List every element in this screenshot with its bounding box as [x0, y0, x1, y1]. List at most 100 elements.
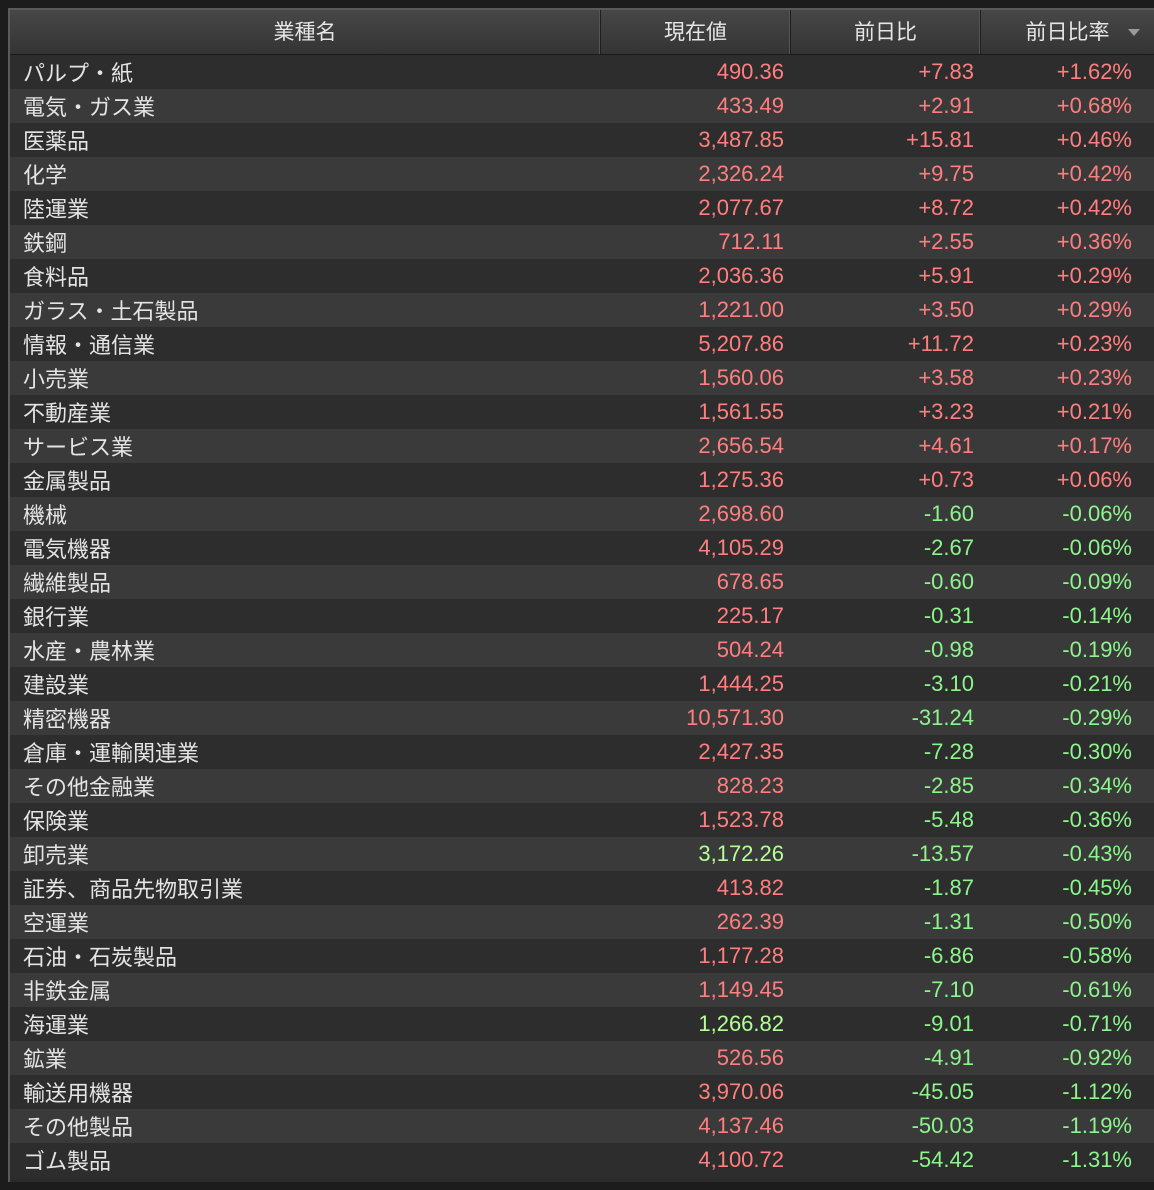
price-cell: 828.23 — [716, 773, 784, 798]
sector-table: 業種名 現在値 前日比 前日比率 パルプ・紙 490.36 +7.83 +1.62% 電… — [8, 8, 1154, 1182]
table-row[interactable]: 非鉄金属 1,149.45 -7.10 -0.61% — [10, 973, 1154, 1007]
table-row[interactable]: 証券、商品先物取引業 413.82 -1.87 -0.45% — [10, 871, 1154, 905]
table-row[interactable]: 保険業 1,523.78 -5.48 -0.36% — [10, 803, 1154, 837]
price-cell: 2,427.35 — [698, 739, 784, 764]
column-header-sector-name[interactable]: 業種名 — [10, 10, 601, 54]
change-cell: -54.42 — [911, 1147, 974, 1172]
change-pct-cell: -0.71% — [1062, 1011, 1132, 1036]
table-row[interactable]: 倉庫・運輸関連業 2,427.35 -7.28 -0.30% — [10, 735, 1154, 769]
price-cell: 1,523.78 — [698, 807, 784, 832]
table-row[interactable]: 輸送用機器 3,970.06 -45.05 -1.12% — [10, 1075, 1154, 1109]
price-cell: 3,172.26 — [698, 841, 784, 866]
table-row[interactable]: 銀行業 225.17 -0.31 -0.14% — [10, 599, 1154, 633]
change-pct-cell: +0.42% — [1056, 161, 1132, 186]
table-row[interactable]: 建設業 1,444.25 -3.10 -0.21% — [10, 667, 1154, 701]
change-cell: -4.91 — [923, 1045, 974, 1070]
table-row[interactable]: 小売業 1,560.06 +3.58 +0.23% — [10, 361, 1154, 395]
change-pct-cell: +0.68% — [1056, 93, 1132, 118]
price-cell: 3,970.06 — [698, 1079, 784, 1104]
sector-name-cell: 銀行業 — [23, 606, 90, 631]
table-row[interactable]: 鉱業 526.56 -4.91 -0.92% — [10, 1041, 1154, 1075]
sort-descending-icon — [1128, 29, 1140, 36]
sector-name-cell: 鉱業 — [23, 1048, 68, 1073]
table-row[interactable]: パルプ・紙 490.36 +7.83 +1.62% — [10, 55, 1154, 89]
column-header-change[interactable]: 前日比 — [791, 10, 981, 54]
change-pct-cell: -0.34% — [1062, 773, 1132, 798]
sector-name-cell: 空運業 — [23, 912, 90, 937]
sector-name-cell: 保険業 — [23, 810, 90, 835]
price-cell: 5,207.86 — [698, 331, 784, 356]
change-cell: -1.31 — [923, 909, 974, 934]
table-row[interactable]: 精密機器 10,571.30 -31.24 -0.29% — [10, 701, 1154, 735]
table-row[interactable]: 卸売業 3,172.26 -13.57 -0.43% — [10, 837, 1154, 871]
table-row[interactable]: 食料品 2,036.36 +5.91 +0.29% — [10, 259, 1154, 293]
table-row[interactable]: 石油・石炭製品 1,177.28 -6.86 -0.58% — [10, 939, 1154, 973]
table-row[interactable]: 海運業 1,266.82 -9.01 -0.71% — [10, 1007, 1154, 1041]
table-row[interactable]: 化学 2,326.24 +9.75 +0.42% — [10, 157, 1154, 191]
price-cell: 3,487.85 — [698, 127, 784, 152]
table-row[interactable]: 繊維製品 678.65 -0.60 -0.09% — [10, 565, 1154, 599]
table-row[interactable]: サービス業 2,656.54 +4.61 +0.17% — [10, 429, 1154, 463]
change-cell: -5.48 — [923, 807, 974, 832]
table-row[interactable]: 機械 2,698.60 -1.60 -0.06% — [10, 497, 1154, 531]
change-cell: +9.75 — [918, 161, 974, 186]
table-row[interactable]: その他金融業 828.23 -2.85 -0.34% — [10, 769, 1154, 803]
change-cell: -2.85 — [923, 773, 974, 798]
price-cell: 1,561.55 — [698, 399, 784, 424]
sector-name-cell: ゴム製品 — [23, 1150, 112, 1175]
column-header-change-pct[interactable]: 前日比率 — [981, 10, 1154, 54]
price-cell: 2,656.54 — [698, 433, 784, 458]
table-row[interactable]: 医薬品 3,487.85 +15.81 +0.46% — [10, 123, 1154, 157]
change-pct-cell: +0.36% — [1056, 229, 1132, 254]
change-pct-cell: +0.46% — [1056, 127, 1132, 152]
sector-name-cell: 石油・石炭製品 — [23, 946, 178, 971]
table-row[interactable]: 鉄鋼 712.11 +2.55 +0.36% — [10, 225, 1154, 259]
table-row[interactable]: ガラス・土石製品 1,221.00 +3.50 +0.29% — [10, 293, 1154, 327]
price-cell: 433.49 — [716, 93, 784, 118]
change-pct-cell: -1.12% — [1062, 1079, 1132, 1104]
table-row[interactable]: 不動産業 1,561.55 +3.23 +0.21% — [10, 395, 1154, 429]
change-cell: +3.50 — [918, 297, 974, 322]
table-row[interactable]: その他製品 4,137.46 -50.03 -1.19% — [10, 1109, 1154, 1143]
change-pct-cell: -0.29% — [1062, 705, 1132, 730]
sector-name-cell: 不動産業 — [23, 402, 112, 427]
change-cell: -45.05 — [911, 1079, 974, 1104]
change-pct-cell: +0.06% — [1056, 467, 1132, 492]
change-cell: +5.91 — [918, 263, 974, 288]
price-cell: 1,177.28 — [698, 943, 784, 968]
change-pct-cell: +0.23% — [1056, 331, 1132, 356]
table-row[interactable]: ゴム製品 4,100.72 -54.42 -1.31% — [10, 1143, 1154, 1177]
change-cell: -3.10 — [923, 671, 974, 696]
table-row[interactable]: 空運業 262.39 -1.31 -0.50% — [10, 905, 1154, 939]
price-cell: 4,105.29 — [698, 535, 784, 560]
table-row[interactable]: 金属製品 1,275.36 +0.73 +0.06% — [10, 463, 1154, 497]
sector-name-cell: 非鉄金属 — [23, 980, 112, 1005]
sector-name-cell: 医薬品 — [23, 130, 90, 155]
change-pct-cell: +0.21% — [1056, 399, 1132, 424]
sector-name-cell: 小売業 — [23, 368, 90, 393]
change-pct-cell: -0.45% — [1062, 875, 1132, 900]
sector-name-cell: 電気機器 — [23, 538, 112, 563]
table-row[interactable]: 電気機器 4,105.29 -2.67 -0.06% — [10, 531, 1154, 565]
column-header-price[interactable]: 現在値 — [601, 10, 791, 54]
change-pct-cell: -1.31% — [1062, 1147, 1132, 1172]
change-pct-cell: -1.19% — [1062, 1113, 1132, 1138]
sector-name-cell: 食料品 — [23, 266, 90, 291]
price-cell: 413.82 — [716, 875, 784, 900]
change-pct-cell: -0.21% — [1062, 671, 1132, 696]
sector-name-cell: 精密機器 — [23, 708, 112, 733]
price-cell: 4,137.46 — [698, 1113, 784, 1138]
sector-name-cell: 金属製品 — [23, 470, 112, 495]
table-row[interactable]: 水産・農林業 504.24 -0.98 -0.19% — [10, 633, 1154, 667]
change-pct-cell: -0.30% — [1062, 739, 1132, 764]
price-cell: 225.17 — [716, 603, 784, 628]
table-header: 業種名 現在値 前日比 前日比率 — [10, 10, 1154, 55]
price-cell: 10,571.30 — [686, 705, 784, 730]
table-row[interactable]: 陸運業 2,077.67 +8.72 +0.42% — [10, 191, 1154, 225]
table-row[interactable]: 情報・通信業 5,207.86 +11.72 +0.23% — [10, 327, 1154, 361]
sector-name-cell: 水産・農林業 — [23, 640, 156, 665]
change-pct-cell: +0.29% — [1056, 297, 1132, 322]
change-pct-cell: -0.50% — [1062, 909, 1132, 934]
table-row[interactable]: 電気・ガス業 433.49 +2.91 +0.68% — [10, 89, 1154, 123]
table-body: パルプ・紙 490.36 +7.83 +1.62% 電気・ガス業 433.49 +2.91 +… — [10, 55, 1154, 1177]
